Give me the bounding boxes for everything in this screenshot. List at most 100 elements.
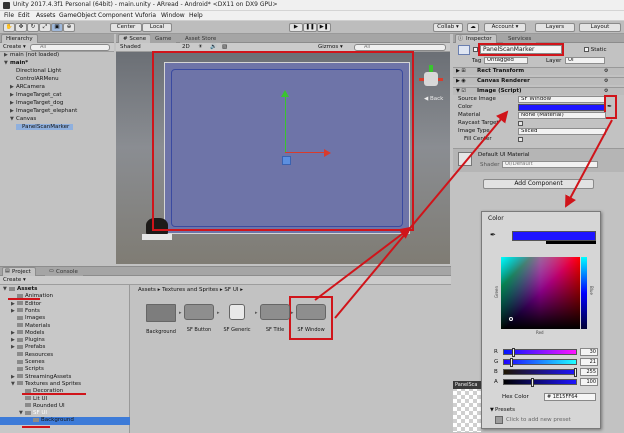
folder-icon <box>25 403 31 408</box>
folder-icon <box>17 344 23 349</box>
sprite-thumbnail <box>296 304 326 320</box>
asset-label: Background <box>146 329 176 335</box>
project-folder-label: Resources <box>25 351 54 358</box>
project-folder-label: Lit UI <box>33 395 48 402</box>
asset-item[interactable]: SF Title <box>258 304 292 333</box>
project-folder-label: Animation <box>25 293 54 300</box>
project-folder-label: Rounded UI <box>33 402 65 409</box>
project-folder-item[interactable]: Images <box>11 315 45 321</box>
asset-item[interactable]: SF Button <box>182 304 216 333</box>
project-folder-label: Fonts <box>25 307 40 314</box>
hierarchy-item-label: ControlARMenu <box>16 76 59 82</box>
project-folder-label: Plugins <box>25 337 45 344</box>
asset-label: SF Title <box>265 327 285 333</box>
project-folder-item[interactable]: Scripts <box>11 366 44 372</box>
sprite-thumbnail <box>229 304 245 320</box>
sprite-thumbnail <box>184 304 214 320</box>
hierarchy-item-label: ImageTarget_cat <box>16 92 62 98</box>
project-folder-label: Scripts <box>25 366 44 373</box>
hierarchy-item[interactable]: ▶ ImageTarget_elephant <box>10 108 77 114</box>
project-folder-item[interactable]: ▶ Models <box>11 330 44 336</box>
folder-icon <box>17 352 23 357</box>
project-folder-label: Decoration <box>33 388 64 395</box>
project-folder-item[interactable]: ▶ Prefabs <box>11 344 45 350</box>
hierarchy-item-label: main (not loaded) <box>10 52 60 58</box>
hierarchy-item-label: ImageTarget_dog <box>16 100 64 106</box>
annotation-arrows <box>314 110 613 319</box>
hierarchy-item[interactable]: ▶ main (not loaded) <box>4 52 59 58</box>
hierarchy-item[interactable]: Directional Light <box>10 68 61 74</box>
folder-icon <box>17 337 23 342</box>
hierarchy-item[interactable]: ▶ ImageTarget_dog <box>10 100 63 106</box>
expand-sprite-icon[interactable]: ▸ <box>255 310 258 316</box>
project-folder-label: StreamingAssets <box>25 373 72 380</box>
project-folder-item[interactable]: Animation <box>11 293 53 299</box>
folder-icon <box>17 323 23 327</box>
project-folder-item[interactable]: Scenes <box>11 359 45 365</box>
project-folder-item[interactable]: ▼ Textures and Sprites <box>11 381 81 387</box>
hierarchy-item-label: ARCamera <box>16 84 45 90</box>
project-folder-label: SF UI <box>33 410 48 417</box>
hierarchy-item[interactable]: ▶ ARCamera <box>10 84 45 90</box>
folder-icon <box>17 381 23 386</box>
project-folder-item[interactable]: ▶ StreamingAssets <box>11 374 71 380</box>
expand-sprite-icon[interactable]: ▸ <box>217 310 220 316</box>
hierarchy-item[interactable]: ▼ main* <box>4 60 28 66</box>
hierarchy-item-label: Canvas <box>16 116 37 122</box>
folder-icon <box>9 286 15 291</box>
project-folder-label: Prefabs <box>25 344 46 351</box>
project-folder-item[interactable]: Materials <box>11 323 50 329</box>
expand-sprite-icon[interactable]: ▸ <box>291 310 294 316</box>
project-folder-item[interactable]: ▶ Plugins <box>11 337 45 343</box>
project-folder-label: Scenes <box>25 359 45 365</box>
hierarchy-item-label: PanelScanMarker <box>22 124 70 130</box>
folder-icon <box>25 410 31 415</box>
project-folder-item[interactable]: Background <box>27 417 74 423</box>
hierarchy-item-label: main* <box>10 60 29 66</box>
folder-icon <box>17 308 23 313</box>
arrow-asset-to-scene <box>314 226 412 301</box>
project-folder-item[interactable]: Decoration <box>19 388 63 394</box>
project-folder-label: Materials <box>25 322 51 329</box>
folder-icon <box>17 366 23 371</box>
hierarchy-item[interactable]: ▼ Canvas <box>10 116 36 122</box>
asset-item[interactable]: SF Generic <box>220 304 254 333</box>
project-folder-label: Images <box>25 315 46 322</box>
hierarchy-item[interactable]: ▶ ImageTarget_cat <box>10 92 62 98</box>
project-folder-label: Assets <box>17 286 38 292</box>
project-folder-item[interactable]: ▶ Editor <box>11 301 41 307</box>
project-folder-label: Background <box>41 417 74 424</box>
arrow-color-to-picker <box>565 119 613 208</box>
project-folder-item[interactable]: ▼ Assets <box>3 286 37 292</box>
asset-item[interactable]: SF Window <box>294 304 328 333</box>
asset-label: SF Button <box>186 327 212 333</box>
asset-label: SF Window <box>297 327 325 333</box>
hierarchy-item-label: ImageTarget_elephant <box>16 108 78 114</box>
sprite-thumbnail <box>260 304 290 320</box>
folder-icon <box>17 315 23 320</box>
expand-sprite-icon[interactable]: ▸ <box>179 310 182 316</box>
asset-item[interactable]: Background <box>144 304 178 335</box>
folder-icon <box>33 417 39 422</box>
project-folder-item[interactable]: ▼ SF UI <box>19 410 47 416</box>
project-folder-item[interactable]: Rounded UI <box>19 403 65 409</box>
folder-icon <box>17 293 23 298</box>
project-folder-item[interactable]: Lit UI <box>19 396 47 402</box>
folder-icon <box>17 374 23 379</box>
folder-icon <box>25 388 31 393</box>
folder-icon <box>17 330 23 335</box>
project-folder-label: Models <box>25 329 45 336</box>
asset-label: SF Generic <box>223 327 251 333</box>
arrow-asset-to-inspector <box>334 110 509 319</box>
hierarchy-item-label: Directional Light <box>16 68 62 74</box>
folder-icon <box>25 396 31 400</box>
hierarchy-item[interactable]: PanelScanMarker <box>16 124 74 130</box>
project-folder-label: Editor <box>25 300 42 307</box>
hierarchy-item[interactable]: ControlARMenu <box>10 76 59 82</box>
folder-icon <box>17 359 23 364</box>
folder-icon <box>146 304 176 322</box>
project-folder-item[interactable]: Resources <box>11 352 53 358</box>
project-folder-item[interactable]: ▶ Fonts <box>11 308 40 314</box>
folder-icon <box>17 301 23 306</box>
project-folder-label: Textures and Sprites <box>25 380 82 387</box>
